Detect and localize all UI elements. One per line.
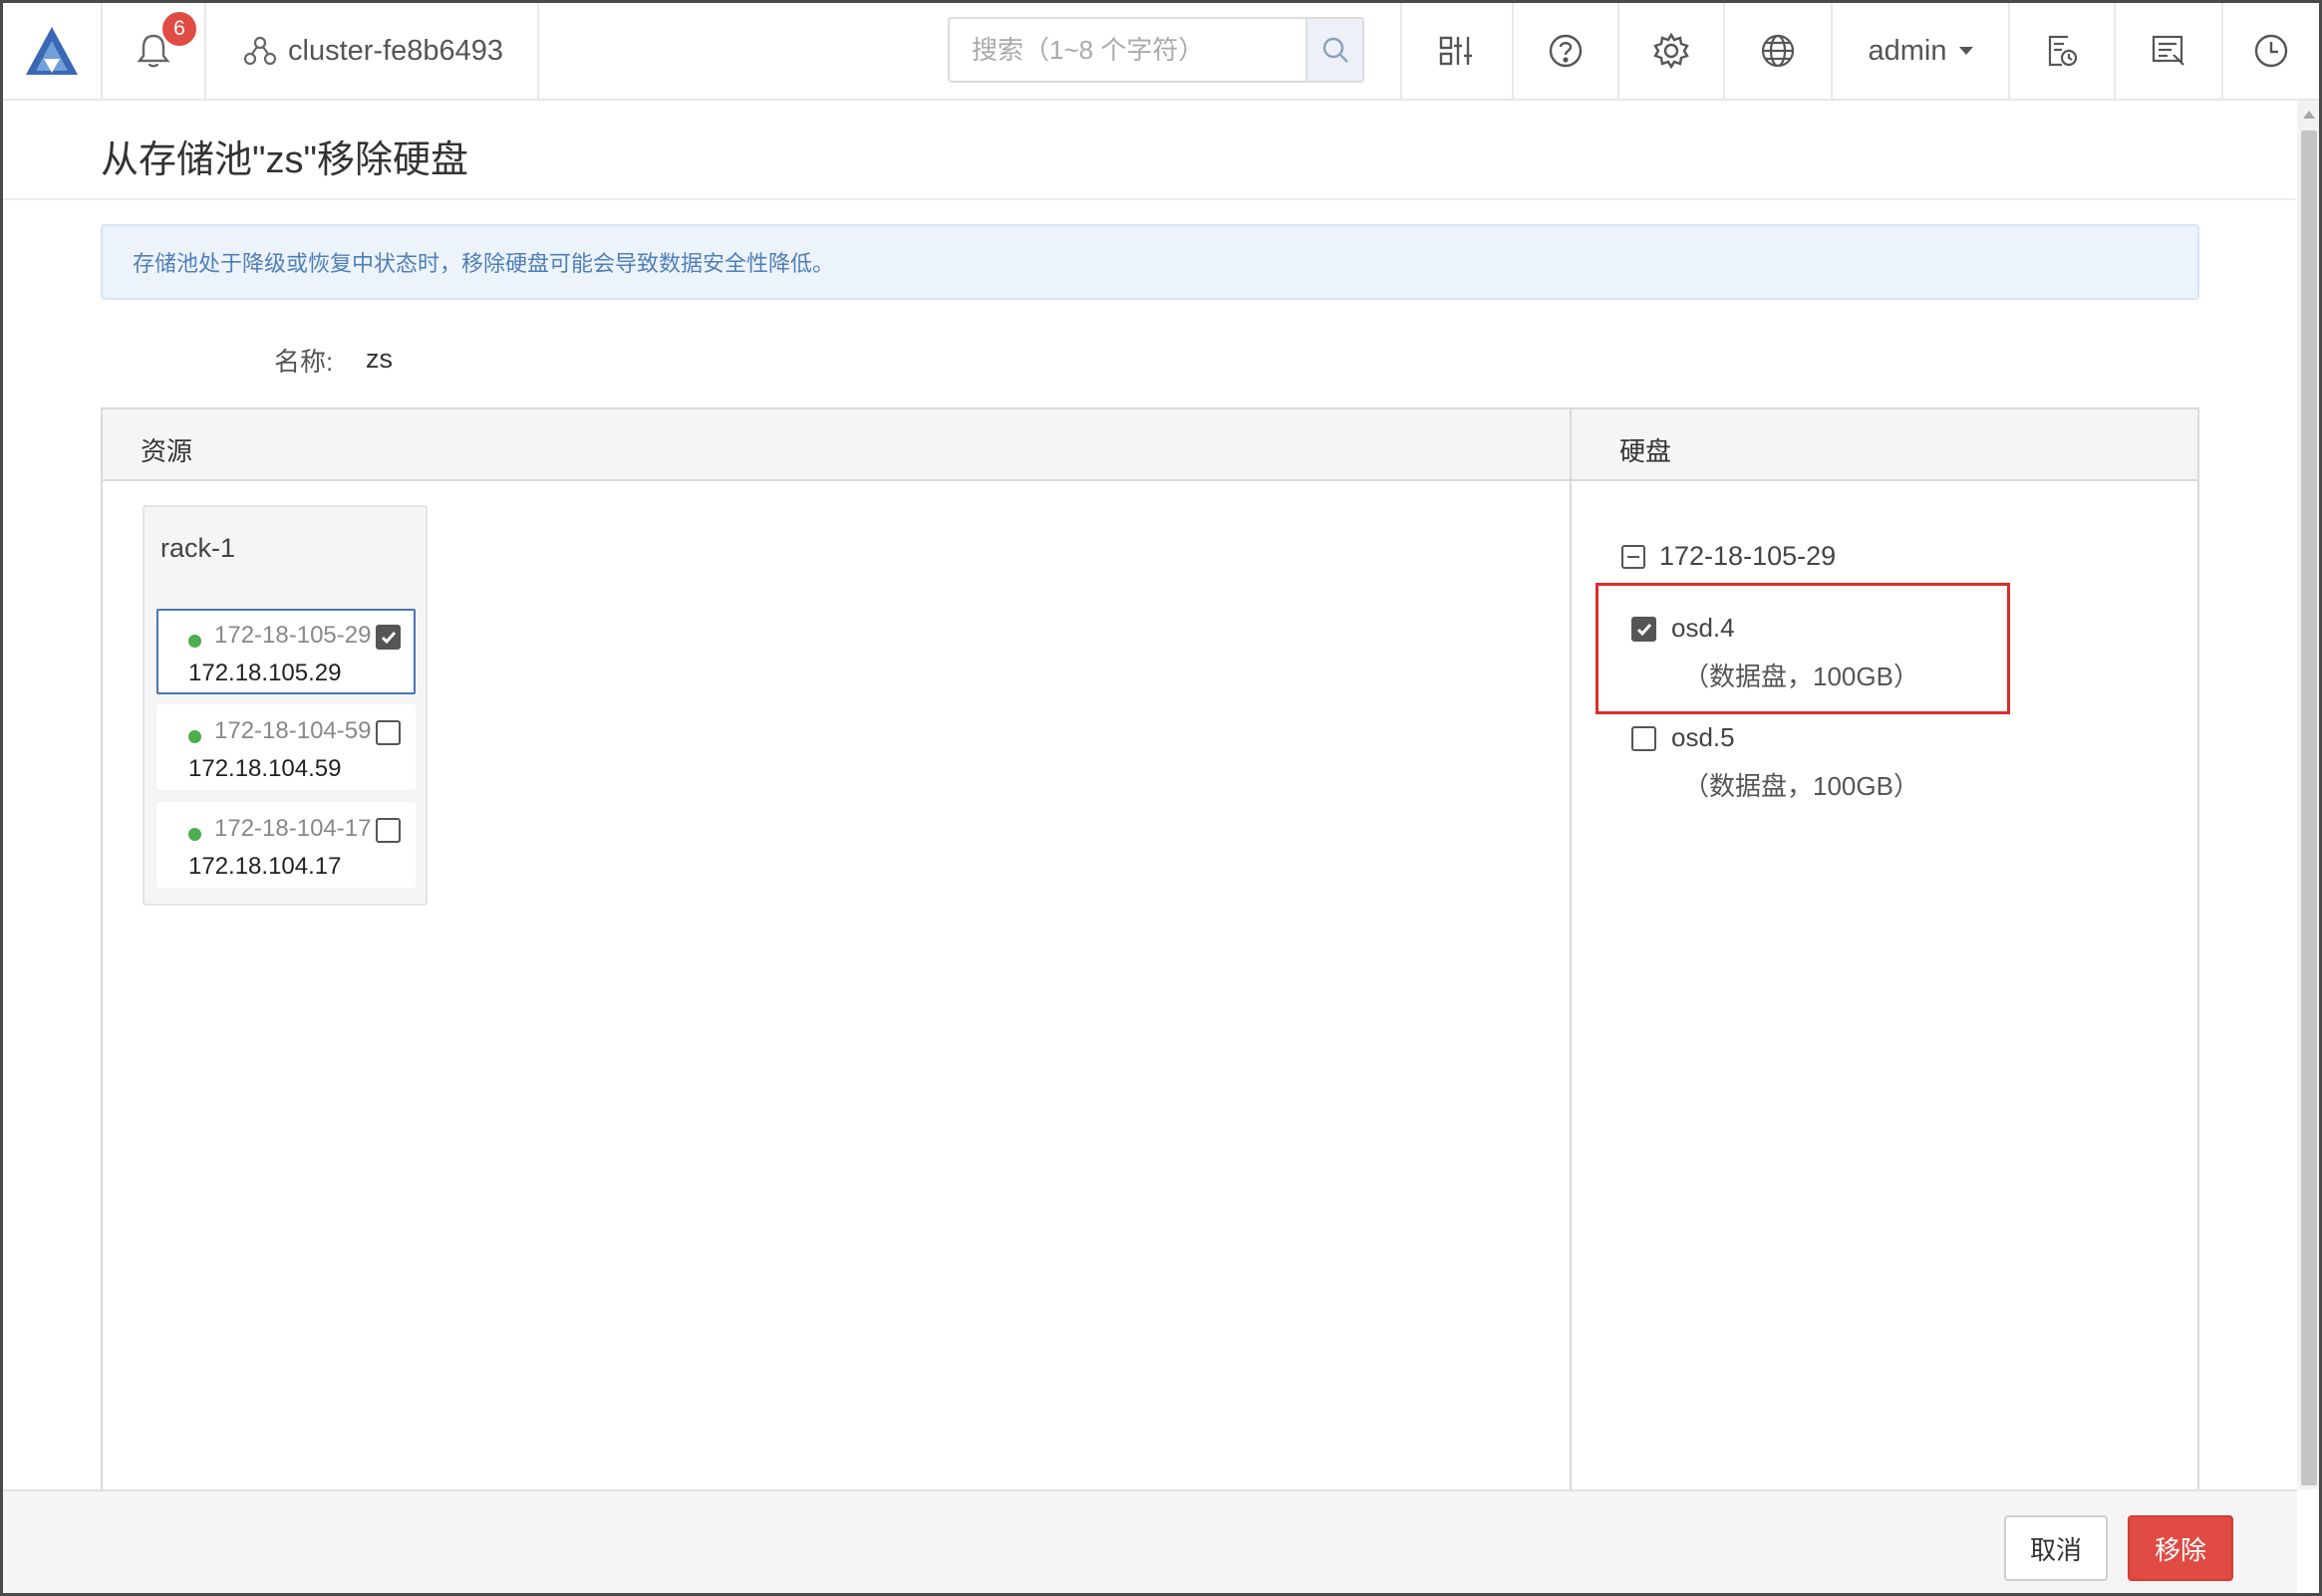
remove-button[interactable]: 移除 <box>2128 1515 2233 1581</box>
cluster-icon <box>244 36 276 66</box>
logs-button[interactable] <box>2116 3 2223 99</box>
help-button[interactable] <box>1514 3 1619 99</box>
equalizer-icon <box>1439 36 1472 66</box>
host-checkbox[interactable] <box>376 818 401 843</box>
host-name: 172-18-105-29 <box>214 622 372 649</box>
document-list-icon <box>2152 35 2184 66</box>
user-name: admin <box>1868 34 1947 67</box>
name-value: zs <box>366 344 393 374</box>
cancel-button[interactable]: 取消 <box>2004 1515 2108 1581</box>
search-input[interactable] <box>950 19 1306 81</box>
title-divider <box>3 198 2295 200</box>
online-status-dot <box>188 730 201 743</box>
host-ip: 172.18.105.29 <box>188 660 342 686</box>
logo-icon <box>26 27 78 75</box>
osd-desc: （数据盘，100GB） <box>1683 771 1919 801</box>
globe-icon <box>1761 34 1795 68</box>
resources-header: 资源 <box>141 436 193 466</box>
app-window: 6 cluster-fe8b6493 搜索（1~8 个字符） admin 从存储… <box>0 0 2322 1596</box>
host-ip: 172.18.104.17 <box>188 853 342 880</box>
alert-text: 存储池处于降级或恢复中状态时，移除硬盘可能会导致数据安全性降低。 <box>133 251 835 276</box>
online-status-dot <box>188 828 201 841</box>
host-name: 172-18-104-59 <box>214 717 372 744</box>
history-button[interactable] <box>2223 3 2319 99</box>
tools-button[interactable] <box>1400 3 1514 99</box>
host-ip: 172.18.104.59 <box>188 755 342 782</box>
panel-divider <box>1570 409 1572 1501</box>
notifications-button[interactable]: 6 <box>103 3 206 99</box>
document-clock-icon <box>2048 35 2078 67</box>
scroll-up-arrow-icon[interactable] <box>2303 111 2315 119</box>
user-menu[interactable]: admin <box>1833 3 2010 99</box>
cluster-selector[interactable]: cluster-fe8b6493 <box>206 3 539 99</box>
search-button[interactable] <box>1306 19 1362 81</box>
host-card[interactable]: 172-18-104-17 172.18.104.17 <box>156 802 416 888</box>
panel-header <box>103 409 2197 481</box>
clock-icon <box>2254 34 2288 68</box>
top-navbar: 6 cluster-fe8b6493 搜索（1~8 个字符） admin <box>3 3 2319 101</box>
rack-title: rack-1 <box>160 533 236 563</box>
host-card[interactable]: 172-18-105-29 172.18.105.29 <box>156 609 416 694</box>
tasks-button[interactable] <box>2010 3 2116 99</box>
dialog-footer: 取消 移除 <box>3 1489 2297 1593</box>
caret-down-icon <box>1958 47 1973 55</box>
warning-alert: 存储池处于降级或恢复中状态时，移除硬盘可能会导致数据安全性降低。 <box>101 224 2199 300</box>
search-box <box>948 17 1364 83</box>
osd-desc: （数据盘，100GB） <box>1683 662 1919 691</box>
checkmark-icon <box>1636 623 1651 636</box>
highlight-box <box>1596 583 2010 714</box>
selection-panel: 资源 硬盘 rack-1 172-18-105-29 172.18.105.29… <box>101 407 2199 1503</box>
vertical-scrollbar[interactable] <box>2297 101 2319 1489</box>
gear-icon <box>1653 32 1689 70</box>
page-title: 从存储池"zs"移除硬盘 <box>101 139 468 181</box>
search-icon <box>1322 37 1348 63</box>
settings-button[interactable] <box>1619 3 1725 99</box>
online-status-dot <box>188 635 201 648</box>
disks-header: 硬盘 <box>1619 436 1672 466</box>
notification-badge: 6 <box>162 12 196 46</box>
rack-card: rack-1 172-18-105-29 172.18.105.29 172-1… <box>143 505 428 906</box>
name-label: 名称: <box>274 347 334 377</box>
osd-checkbox[interactable] <box>1631 726 1656 751</box>
language-button[interactable] <box>1725 3 1833 99</box>
checkmark-icon <box>381 631 396 644</box>
cluster-name: cluster-fe8b6493 <box>288 34 504 67</box>
host-checkbox[interactable] <box>376 720 401 745</box>
help-icon <box>1549 34 1583 68</box>
host-card[interactable]: 172-18-104-59 172.18.104.59 <box>156 704 416 790</box>
host-checkbox[interactable] <box>376 625 401 650</box>
scroll-thumb[interactable] <box>2301 131 2317 1485</box>
host-name: 172-18-104-17 <box>214 815 372 842</box>
collapse-icon[interactable] <box>1621 545 1645 569</box>
tree-host-name: 172-18-105-29 <box>1659 541 1837 571</box>
osd-checkbox[interactable] <box>1631 617 1656 642</box>
osd-name: osd.5 <box>1671 722 1735 752</box>
osd-name: osd.4 <box>1671 613 1735 643</box>
logo[interactable] <box>3 3 103 99</box>
